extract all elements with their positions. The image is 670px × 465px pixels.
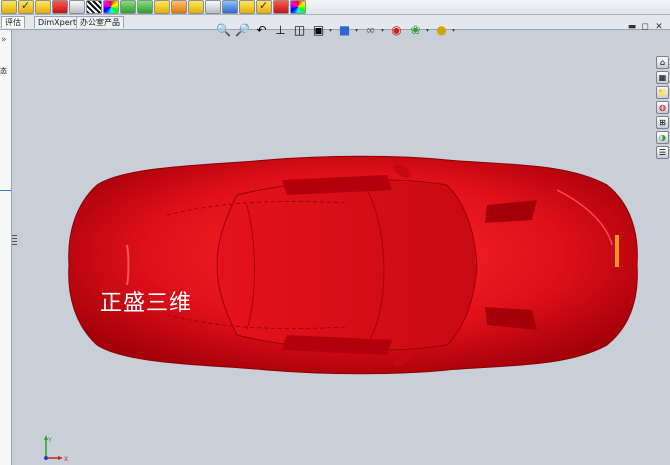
close-icon[interactable]: ✕	[654, 22, 664, 32]
reference-triad: Y X	[44, 435, 68, 462]
car-model[interactable]	[67, 145, 647, 385]
selection-highlight	[0, 190, 11, 191]
heads-up-view-toolbar: 🔍 🔎 ↶ ⊥ ◫ ▣ ▾ ■ ▾ ∞ ▾ ◉ ❀ ▾ ● ▾	[215, 19, 457, 41]
parting-line-analysis-icon[interactable]	[171, 0, 187, 14]
apply-scene-dropdown-icon[interactable]: ▾	[426, 27, 431, 34]
edit-appearance-icon[interactable]: ◉	[388, 22, 405, 39]
view-orientation-dropdown-icon[interactable]: ▾	[329, 27, 334, 34]
check-icon[interactable]: ✓	[18, 0, 34, 14]
dynamic-annotation-icon[interactable]: ◫	[291, 22, 308, 39]
feature-manager-pane[interactable]: » 态	[0, 30, 17, 465]
apply-scene-icon[interactable]: ❀	[407, 22, 424, 39]
search-icon[interactable]: ⊞	[656, 116, 669, 129]
design-library-icon[interactable]: ▦	[656, 71, 669, 84]
section-view-icon[interactable]: ⊥	[272, 22, 289, 39]
hide-show-dropdown-icon[interactable]: ▾	[381, 27, 386, 34]
view-orientation-icon[interactable]: ▣	[310, 22, 327, 39]
mass-properties-icon[interactable]	[35, 0, 51, 14]
minimize-icon[interactable]: ▬	[627, 22, 637, 32]
pane-label: 态	[0, 67, 7, 75]
measure-icon[interactable]	[1, 0, 17, 14]
restore-icon[interactable]: ◻	[640, 22, 650, 32]
curvature-icon[interactable]	[103, 0, 119, 14]
sustainability-icon[interactable]	[290, 0, 306, 14]
graphics-area[interactable]: 正盛三维 Y X	[12, 30, 655, 465]
costing-icon[interactable]	[273, 0, 289, 14]
expand-pane-icon[interactable]: »	[1, 35, 7, 45]
appearances-icon[interactable]: ◑	[656, 131, 669, 144]
display-style-icon[interactable]: ■	[336, 22, 353, 39]
display-style-dropdown-icon[interactable]: ▾	[355, 27, 360, 34]
triad-y-label: Y	[47, 437, 52, 444]
compare-documents-icon[interactable]	[239, 0, 255, 14]
triad-x-label: X	[64, 456, 68, 462]
symmetry-check-icon[interactable]	[222, 0, 238, 14]
deviation-analysis-icon[interactable]	[154, 0, 170, 14]
undercut-analysis-icon[interactable]	[137, 0, 153, 14]
tab-evaluate[interactable]: 评估	[1, 16, 25, 28]
command-toolbar: ✓ ✓	[0, 0, 670, 15]
view-settings-icon[interactable]: ●	[433, 22, 450, 39]
draft-analysis-icon[interactable]	[120, 0, 136, 14]
home-icon[interactable]: ⌂	[656, 56, 669, 69]
task-pane-tabs: ⌂ ▦ 📁 ◍ ⊞ ◑ ☰	[656, 56, 670, 159]
design-check-icon[interactable]: ✓	[256, 0, 272, 14]
section-properties-icon[interactable]	[52, 0, 68, 14]
tab-office-products[interactable]: 办公室产品	[76, 16, 124, 28]
thickness-analysis-icon[interactable]	[188, 0, 204, 14]
custom-properties-icon[interactable]: ☰	[656, 146, 669, 159]
zoom-to-area-icon[interactable]: 🔎	[234, 22, 251, 39]
zoom-to-fit-icon[interactable]: 🔍	[215, 22, 232, 39]
tab-dimxpert[interactable]: DimXpert	[34, 16, 81, 28]
sensor-icon[interactable]	[69, 0, 85, 14]
geometry-analysis-icon[interactable]	[205, 0, 221, 14]
zebra-stripes-icon[interactable]	[86, 0, 102, 14]
previous-view-icon[interactable]: ↶	[253, 22, 270, 39]
view-palette-icon[interactable]: ◍	[656, 101, 669, 114]
view-settings-dropdown-icon[interactable]: ▾	[452, 27, 457, 34]
watermark-text: 正盛三维	[100, 291, 193, 316]
hide-show-items-icon[interactable]: ∞	[362, 22, 379, 39]
file-explorer-icon[interactable]: 📁	[656, 86, 669, 99]
